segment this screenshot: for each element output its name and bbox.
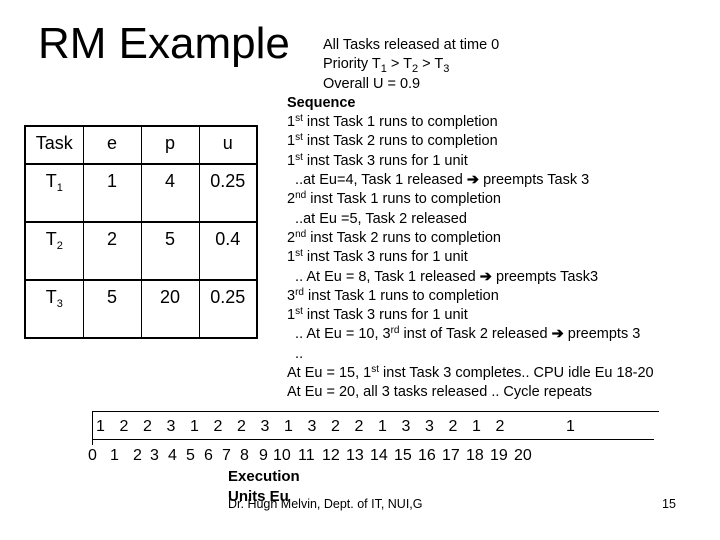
timeline-task-slot: 2: [143, 418, 152, 435]
table-row: T1 1 4 0.25: [24, 163, 258, 223]
notes-block: All Tasks released at time 0 Priority T1…: [287, 36, 654, 403]
timeline-left-edge: [92, 411, 93, 445]
timeline-task-slot: 3: [307, 418, 317, 435]
task-name: T2: [24, 221, 84, 281]
sequence-line: 1st inst Task 3 runs for 1 unit: [287, 306, 468, 324]
timeline-tick-label: 16: [418, 447, 436, 464]
table-row: T2 2 5 0.4: [24, 221, 258, 281]
task-name: T3: [24, 279, 84, 339]
sequence-line: ..: [287, 345, 304, 362]
timeline-tick-label: 10: [273, 447, 291, 464]
timeline-tick-label: 14: [370, 447, 388, 464]
timeline-task-slot: 2: [495, 418, 505, 435]
timeline-tick-label: 20: [514, 447, 532, 464]
table-header-row: Task e p u: [24, 125, 258, 165]
timeline-task-slot: 2: [331, 418, 340, 435]
task-e: 5: [82, 279, 142, 339]
timeline-task-slot: 2: [237, 418, 246, 435]
timeline-tick-label: 1: [110, 447, 119, 464]
timeline-tick-label: 19: [490, 447, 508, 464]
sequence-line: 2nd inst Task 1 runs to completion: [287, 190, 501, 208]
timeline-tick-label: 7: [222, 447, 231, 464]
note-release: All Tasks released at time 0: [323, 37, 500, 53]
timeline-tick-label: 18: [466, 447, 484, 464]
timeline-tick-label: 5: [186, 447, 195, 464]
timeline-task-slot: 2: [448, 418, 458, 435]
footer-author: Dr. Hugh Melvin, Dept. of IT, NUI,G: [228, 497, 423, 511]
sequence-list: 1st inst Task 1 runs to completion 1st in…: [287, 113, 654, 402]
sequence-line: At Eu = 20, all 3 tasks released .. Cycl…: [287, 384, 593, 401]
task-p: 4: [140, 163, 200, 223]
sequence-line: ..at Eu =5, Task 2 released: [287, 210, 467, 227]
timeline-task-slot: 2: [213, 418, 223, 435]
timeline-tick-label: 15: [394, 447, 412, 464]
sequence-line: 2nd inst Task 2 runs to completion: [287, 228, 501, 246]
sequence-line: 1st inst Task 3 runs for 1 unit: [287, 151, 468, 169]
timeline-task-slot: 3: [425, 418, 434, 435]
sequence-line: 1st inst Task 2 runs to completion: [287, 132, 498, 150]
table-row: T3 5 20 0.25: [24, 279, 258, 339]
timeline-tick-label: 4: [168, 447, 177, 464]
timeline-tick-label: 8: [240, 447, 249, 464]
timeline-task-slot: 1: [472, 418, 481, 435]
timeline-task-slot: 1: [378, 418, 387, 435]
sequence-line: .. At Eu = 10, 3rd inst of Task 2 releas…: [287, 325, 641, 343]
sequence-line: 1st inst Task 1 runs to completion: [287, 113, 498, 131]
timeline-tick-label: 9: [259, 447, 268, 464]
arrow-icon: ➔: [479, 268, 492, 285]
timeline-tick-label: 12: [322, 447, 340, 464]
timeline-tick-label: 6: [204, 447, 213, 464]
task-p: 5: [140, 221, 200, 281]
arrow-icon: ➔: [551, 326, 564, 343]
timeline-task-slot: 1: [284, 418, 293, 435]
timeline-top-line: [92, 411, 659, 412]
timeline-task-slot: 3: [260, 418, 270, 435]
task-u: 0.25: [198, 279, 258, 339]
timeline-tick-label: 0: [88, 447, 97, 464]
header-u: u: [198, 125, 258, 165]
sequence-heading: Sequence: [287, 94, 356, 111]
arrow-icon: ➔: [466, 172, 480, 189]
slide-title: RM Example: [38, 19, 290, 68]
task-p: 20: [140, 279, 200, 339]
task-u: 0.25: [198, 163, 258, 223]
header-e: e: [82, 125, 142, 165]
sequence-line: .. At Eu = 8, Task 1 released ➔ preempts…: [287, 268, 599, 285]
note-utilization: Overall U = 0.9: [323, 75, 421, 92]
task-e: 1: [82, 163, 142, 223]
timeline-tick-label: 17: [442, 447, 460, 464]
page-number: 15: [662, 497, 676, 511]
task-u: 0.4: [198, 221, 258, 281]
note-priority: Priority T1 > T2 > T3: [323, 56, 450, 76]
sequence-line: 3rd inst Task 1 runs to completion: [287, 286, 499, 304]
timeline-task-slot: 2: [354, 418, 364, 435]
sequence-line: ..at Eu=4, Task 1 released ➔ preempts Ta…: [287, 172, 590, 189]
timeline-tick-label: 13: [346, 447, 364, 464]
timeline-tick-label: 11: [298, 447, 315, 464]
timeline-task-slot: 3: [166, 418, 176, 435]
timeline-tick-label: 3: [150, 447, 159, 464]
sequence-line: 1st inst Task 3 runs for 1 unit: [287, 248, 468, 266]
timeline-task-slot: 3: [401, 418, 411, 435]
task-name: T1: [24, 163, 84, 223]
timeline-task-slot: 1: [566, 418, 575, 435]
sequence-line: At Eu = 15, 1st inst Task 3 completes.. …: [287, 364, 654, 382]
task-e: 2: [82, 221, 142, 281]
timeline-task-slot: 2: [119, 418, 129, 435]
header-p: p: [140, 125, 200, 165]
header-task: Task: [24, 125, 84, 165]
timeline-task-slot: 1: [96, 418, 105, 435]
task-table: Task e p u T1 1 4 0.25 T2 2 5 0.4 T3 5 2…: [24, 125, 258, 339]
timeline-tick-label: 2: [133, 447, 142, 464]
timeline-bottom-line: [92, 439, 654, 440]
timeline-task-slot: 1: [190, 418, 199, 435]
